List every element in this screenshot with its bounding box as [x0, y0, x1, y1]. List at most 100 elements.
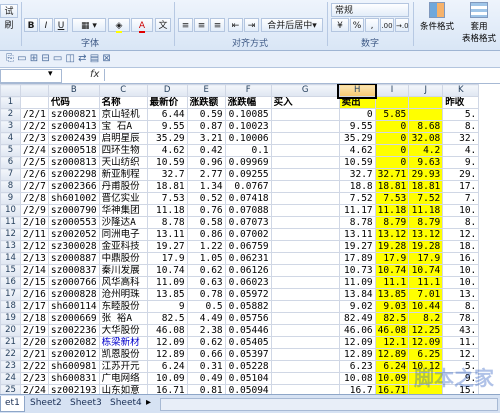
cell[interactable]: 1.22	[186, 240, 226, 253]
cell[interactable]: 丹甫股份	[98, 180, 148, 193]
row-header[interactable]: 22	[0, 348, 21, 361]
cell[interactable]: 9.	[442, 156, 480, 169]
cell[interactable]: 昨收	[442, 96, 480, 109]
conditional-format-button[interactable]: 条件格式	[417, 2, 457, 46]
cell[interactable]: 0.10085	[224, 108, 272, 121]
cell[interactable]: /2/1	[20, 108, 49, 121]
comma-button[interactable]: ,	[365, 18, 379, 32]
sheet-tab[interactable]: Sheet3	[66, 396, 106, 411]
cell[interactable]: 0.10006	[224, 132, 272, 145]
row-header[interactable]: 18	[0, 300, 21, 313]
cell[interactable]: 6.25	[408, 348, 444, 361]
cell[interactable]: sz002439	[47, 132, 100, 145]
cell[interactable]: 29.	[442, 168, 480, 181]
cell[interactable]: 17.9	[146, 252, 188, 265]
cell[interactable]: 2/11	[20, 228, 49, 241]
cell[interactable]: 0	[374, 132, 410, 145]
cell[interactable]	[270, 240, 340, 253]
cell[interactable]: 0.0767	[224, 180, 272, 193]
cell[interactable]: 11.	[442, 336, 480, 349]
column-header[interactable]: I	[374, 84, 410, 97]
cell[interactable]: 17.89	[338, 252, 376, 265]
cell[interactable]: /2/2	[20, 120, 49, 133]
cell[interactable]: 4.2	[408, 144, 444, 157]
cell[interactable]: 13.11	[146, 228, 188, 241]
row-header[interactable]: 5	[0, 144, 21, 157]
cell[interactable]: 12.1	[374, 336, 410, 349]
cell[interactable]: 0.06023	[224, 276, 272, 289]
row-header[interactable]: 2	[0, 108, 21, 121]
cell[interactable]: 2/20	[20, 336, 49, 349]
increase-indent-button[interactable]: ⇥	[244, 18, 259, 32]
cell[interactable]: 8.79	[374, 216, 410, 229]
italic-button[interactable]: I	[39, 18, 53, 32]
cell[interactable]: 0.62	[186, 336, 226, 349]
cell[interactable]: 35.29	[146, 132, 188, 145]
cell[interactable]: 0.07073	[224, 216, 272, 229]
cell[interactable]: 12.09	[338, 336, 376, 349]
cell[interactable]: 京山轻机	[98, 108, 148, 121]
cell[interactable]: 沧州明珠	[98, 288, 148, 301]
cell[interactable]: 6.24	[374, 360, 410, 373]
cell[interactable]: sz000813	[47, 156, 100, 169]
cell[interactable]: 18.	[442, 240, 480, 253]
cell[interactable]: 10.74	[374, 264, 410, 277]
cell[interactable]: 10.73	[338, 264, 376, 277]
cell[interactable]: sz000828	[47, 288, 100, 301]
cell[interactable]	[270, 312, 340, 325]
function-icon[interactable]: fx	[90, 69, 99, 80]
cell[interactable]: sz000518	[47, 144, 100, 157]
horizontal-scrollbar[interactable]	[160, 398, 498, 411]
new-sheet-icon[interactable]: ▸	[146, 397, 151, 408]
cell[interactable]: 0.07418	[224, 192, 272, 205]
cell[interactable]: 19.28	[408, 240, 444, 253]
cell[interactable]: 10.08	[338, 372, 376, 385]
cell[interactable]: 5.	[442, 108, 480, 121]
toolbar-icons[interactable]: ⎘ ▭ ⊞ ⊟ ▭ ◫ ⇄ ▤ ⊠	[6, 53, 111, 64]
cell[interactable]: 1.34	[186, 180, 226, 193]
row-header[interactable]: 10	[0, 204, 21, 217]
cell[interactable]: /2/8	[20, 192, 49, 205]
cell[interactable]: 3.21	[186, 132, 226, 145]
cell[interactable]: sz000821	[47, 108, 100, 121]
cell[interactable]: 10.	[442, 276, 480, 289]
cell[interactable]: 9.55	[338, 120, 376, 133]
cell[interactable]: 0.05104	[224, 372, 272, 385]
row-header[interactable]: 16	[0, 276, 21, 289]
cell[interactable]: 4.62	[338, 144, 376, 157]
cell[interactable]: 11.18	[408, 204, 444, 217]
cell[interactable]: sz000887	[47, 252, 100, 265]
cell[interactable]: sz000837	[47, 264, 100, 277]
cell[interactable]	[270, 348, 340, 361]
cell[interactable]: 金亚科技	[98, 240, 148, 253]
cell[interactable]: 四环生物	[98, 144, 148, 157]
cell[interactable]: 晋亿实业	[98, 192, 148, 205]
cell[interactable]: /2/7	[20, 180, 49, 193]
cell[interactable]: 8.78	[338, 216, 376, 229]
cell[interactable]: 10.44	[408, 300, 444, 313]
align-center-button[interactable]: ≡	[194, 18, 209, 32]
cell[interactable]: 4.	[442, 144, 480, 157]
cell[interactable]: 0.05446	[224, 324, 272, 337]
cell[interactable]: 7.	[442, 192, 480, 205]
cell[interactable]: 9.55	[146, 120, 188, 133]
cell[interactable]: 东睦股份	[98, 300, 148, 313]
cell[interactable]: 12.89	[374, 348, 410, 361]
cell[interactable]: 5.85	[374, 108, 410, 121]
column-header[interactable]: D	[146, 84, 188, 97]
cell[interactable]: 13.85	[374, 288, 410, 301]
cell[interactable]: 16.71	[146, 384, 188, 394]
cell[interactable]: 12.	[442, 228, 480, 241]
merge-center-button[interactable]: 合并后居中▾	[261, 18, 323, 32]
sheet-tab[interactable]: Sheet2	[26, 396, 66, 411]
column-header[interactable]: G	[270, 84, 340, 97]
cell[interactable]	[270, 204, 340, 217]
cell[interactable]: 12.25	[408, 324, 444, 337]
cell[interactable]: 19.28	[374, 240, 410, 253]
cell[interactable]: sh600981	[47, 360, 100, 373]
cell[interactable]: 0.52	[186, 192, 226, 205]
cell[interactable]	[374, 96, 410, 109]
cell[interactable]: 13.85	[146, 288, 188, 301]
row-header[interactable]: 6	[0, 156, 21, 169]
cell[interactable]: 0.06126	[224, 264, 272, 277]
